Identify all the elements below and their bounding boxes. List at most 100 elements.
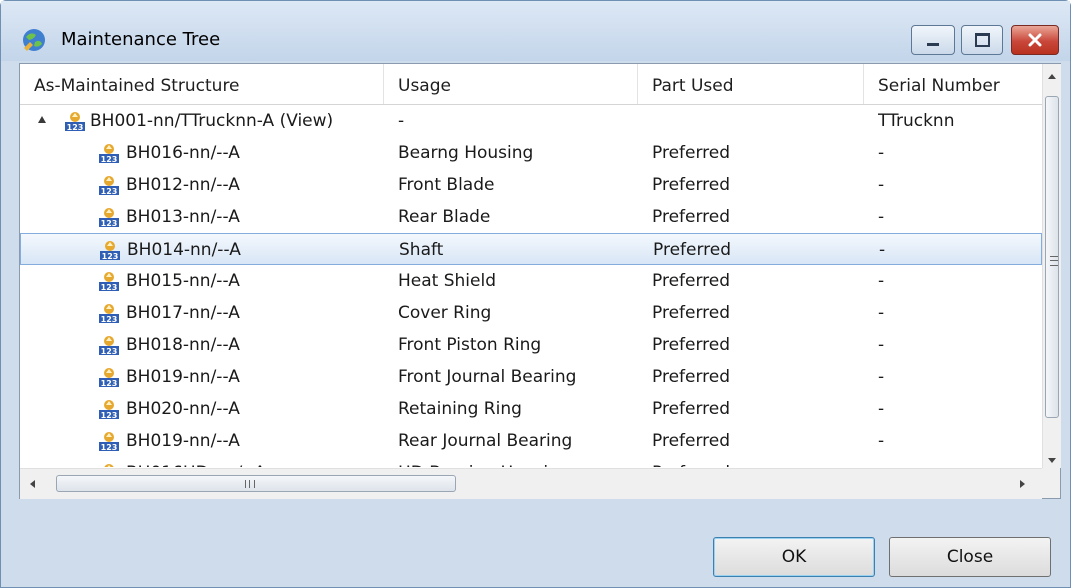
part-revision-icon: 123 <box>98 142 120 164</box>
cell-serial-number: - <box>878 303 885 323</box>
tree-rows: 123 BH001-nn/TTrucknn-A (View) - TTrucknn 12… <box>20 105 1042 467</box>
cell-part-used: Preferred <box>652 207 731 227</box>
part-revision-icon: 123 <box>99 239 121 261</box>
maximize-button[interactable] <box>961 25 1003 55</box>
cell-structure: BH018-nn/--A <box>126 335 240 355</box>
horizontal-scrollbar[interactable] <box>20 468 1042 499</box>
scrollbar-corner <box>1042 468 1060 498</box>
cell-structure: BH013-nn/--A <box>126 207 240 227</box>
cell-structure: BH014-nn/--A <box>127 240 241 260</box>
cell-usage: - <box>398 111 405 131</box>
cell-part-used: Preferred <box>652 335 731 355</box>
part-revision-icon: 123 <box>98 174 120 196</box>
cell-usage: Retaining Ring <box>398 399 522 419</box>
cell-usage: Bearng Housing <box>398 143 534 163</box>
tree-row[interactable]: 123 BH012-nn/--A Front Blade Preferred - <box>20 169 1042 201</box>
cell-usage: Rear Blade <box>398 207 491 227</box>
tree-row[interactable]: 123 BH019-nn/--A Front Journal Bearing Pref… <box>20 361 1042 393</box>
cell-part-used <box>652 105 864 137</box>
tree-row[interactable]: 123 BH001-nn/TTrucknn-A (View) - TTrucknn <box>20 105 1042 137</box>
maximize-icon <box>974 33 990 47</box>
cell-structure: BH001-nn/TTrucknn-A (View) <box>90 111 334 131</box>
column-header-usage[interactable]: Usage <box>384 64 638 104</box>
tree-row[interactable]: 123 BH016-nn/--A Bearng Housing Preferred - <box>20 137 1042 169</box>
column-header-row: As-Maintained Structure Usage Part Used … <box>20 64 1042 105</box>
cell-usage: Heat Shield <box>398 271 496 291</box>
cell-serial-number: - <box>879 240 886 260</box>
column-header-structure[interactable]: As-Maintained Structure <box>20 64 384 104</box>
cell-usage: Shaft <box>399 240 444 260</box>
column-header-part-used[interactable]: Part Used <box>638 64 864 104</box>
cell-usage: HD Bearing Housing <box>398 457 638 467</box>
minimize-icon <box>927 42 939 46</box>
cell-serial-number: - <box>878 175 885 195</box>
window-title: Maintenance Tree <box>61 29 221 50</box>
svg-text:123: 123 <box>101 155 118 164</box>
tree-row[interactable]: 123 BH016HD-nn/--A HD Bearing Housing Prefe… <box>20 457 1042 467</box>
cell-serial-number: - <box>878 271 885 291</box>
horizontal-scroll-thumb[interactable] <box>56 475 456 492</box>
cell-part-used: Preferred <box>652 271 731 291</box>
title-bar[interactable]: Maintenance Tree <box>1 1 1070 61</box>
tree-row[interactable]: 123 BH015-nn/--A Heat Shield Preferred - <box>20 265 1042 297</box>
part-revision-icon: 123 <box>98 366 120 388</box>
cell-part-used: Preferred <box>652 175 731 195</box>
part-revision-icon: 123 <box>98 398 120 420</box>
part-revision-icon: 123 <box>98 334 120 356</box>
tree-row[interactable]: 123 BH018-nn/--A Front Piston Ring Preferre… <box>20 329 1042 361</box>
cell-structure: BH019-nn/--A <box>126 367 240 387</box>
cell-serial-number: - <box>878 367 885 387</box>
cell-serial-number: - <box>878 207 885 227</box>
cell-serial-number: - <box>878 335 885 355</box>
cell-serial-number: - <box>878 399 885 419</box>
grip-icon <box>245 480 255 488</box>
tree-row[interactable]: 123 BH017-nn/--A Cover Ring Preferred - <box>20 297 1042 329</box>
svg-text:123: 123 <box>101 315 118 324</box>
cell-usage: Front Journal Bearing <box>398 367 577 387</box>
tree-row[interactable]: 123 BH020-nn/--A Retaining Ring Preferred - <box>20 393 1042 425</box>
cell-structure: BH015-nn/--A <box>126 271 240 291</box>
svg-text:123: 123 <box>101 411 118 420</box>
close-window-button[interactable] <box>1011 25 1059 55</box>
close-button[interactable]: Close <box>889 537 1051 577</box>
collapse-triangle-icon[interactable] <box>38 116 46 123</box>
scroll-left-icon[interactable] <box>30 480 35 488</box>
minimize-button[interactable] <box>911 25 955 55</box>
cell-part-used: Preferred <box>652 367 731 387</box>
cell-part-used: Preferred <box>652 303 731 323</box>
cell-structure: BH020-nn/--A <box>126 399 240 419</box>
cell-structure: BH016HD-nn/--A <box>126 457 382 467</box>
cell-structure: BH012-nn/--A <box>126 175 240 195</box>
svg-text:123: 123 <box>67 123 84 132</box>
ok-button[interactable]: OK <box>713 537 875 577</box>
maintenance-app-icon <box>23 29 45 51</box>
svg-text:123: 123 <box>101 443 118 452</box>
tree-row[interactable]: 123 BH014-nn/--A Shaft Preferred - <box>20 233 1042 265</box>
part-revision-icon: 123 <box>98 270 120 292</box>
cell-part-used: Preferred <box>652 457 864 467</box>
cell-usage: Cover Ring <box>398 303 492 323</box>
part-revision-icon: 123 <box>98 206 120 228</box>
scroll-right-icon[interactable] <box>1020 480 1025 488</box>
close-icon <box>1028 33 1042 47</box>
cell-structure: BH016-nn/--A <box>126 143 240 163</box>
tree-grid: As-Maintained Structure Usage Part Used … <box>19 63 1061 499</box>
scroll-up-icon[interactable] <box>1048 74 1056 79</box>
svg-text:123: 123 <box>102 252 119 261</box>
vertical-scrollbar[interactable] <box>1042 64 1061 468</box>
cell-usage: Front Blade <box>398 175 495 195</box>
tree-row[interactable]: 123 BH019-nn/--A Rear Journal Bearing Prefe… <box>20 425 1042 457</box>
cell-structure: BH019-nn/--A <box>126 431 240 451</box>
column-header-serial-number[interactable]: Serial Number <box>864 64 1042 104</box>
svg-text:123: 123 <box>101 219 118 228</box>
scroll-down-icon[interactable] <box>1048 458 1056 463</box>
part-revision-icon: 123 <box>98 462 120 467</box>
svg-text:123: 123 <box>101 347 118 356</box>
cell-serial-number: - <box>878 143 885 163</box>
cell-structure: BH017-nn/--A <box>126 303 240 323</box>
tree-row[interactable]: 123 BH013-nn/--A Rear Blade Preferred - <box>20 201 1042 233</box>
cell-usage: Rear Journal Bearing <box>398 431 573 451</box>
cell-part-used: Preferred <box>652 143 731 163</box>
part-revision-icon: 123 <box>64 110 86 132</box>
vertical-scroll-thumb[interactable] <box>1045 96 1059 418</box>
